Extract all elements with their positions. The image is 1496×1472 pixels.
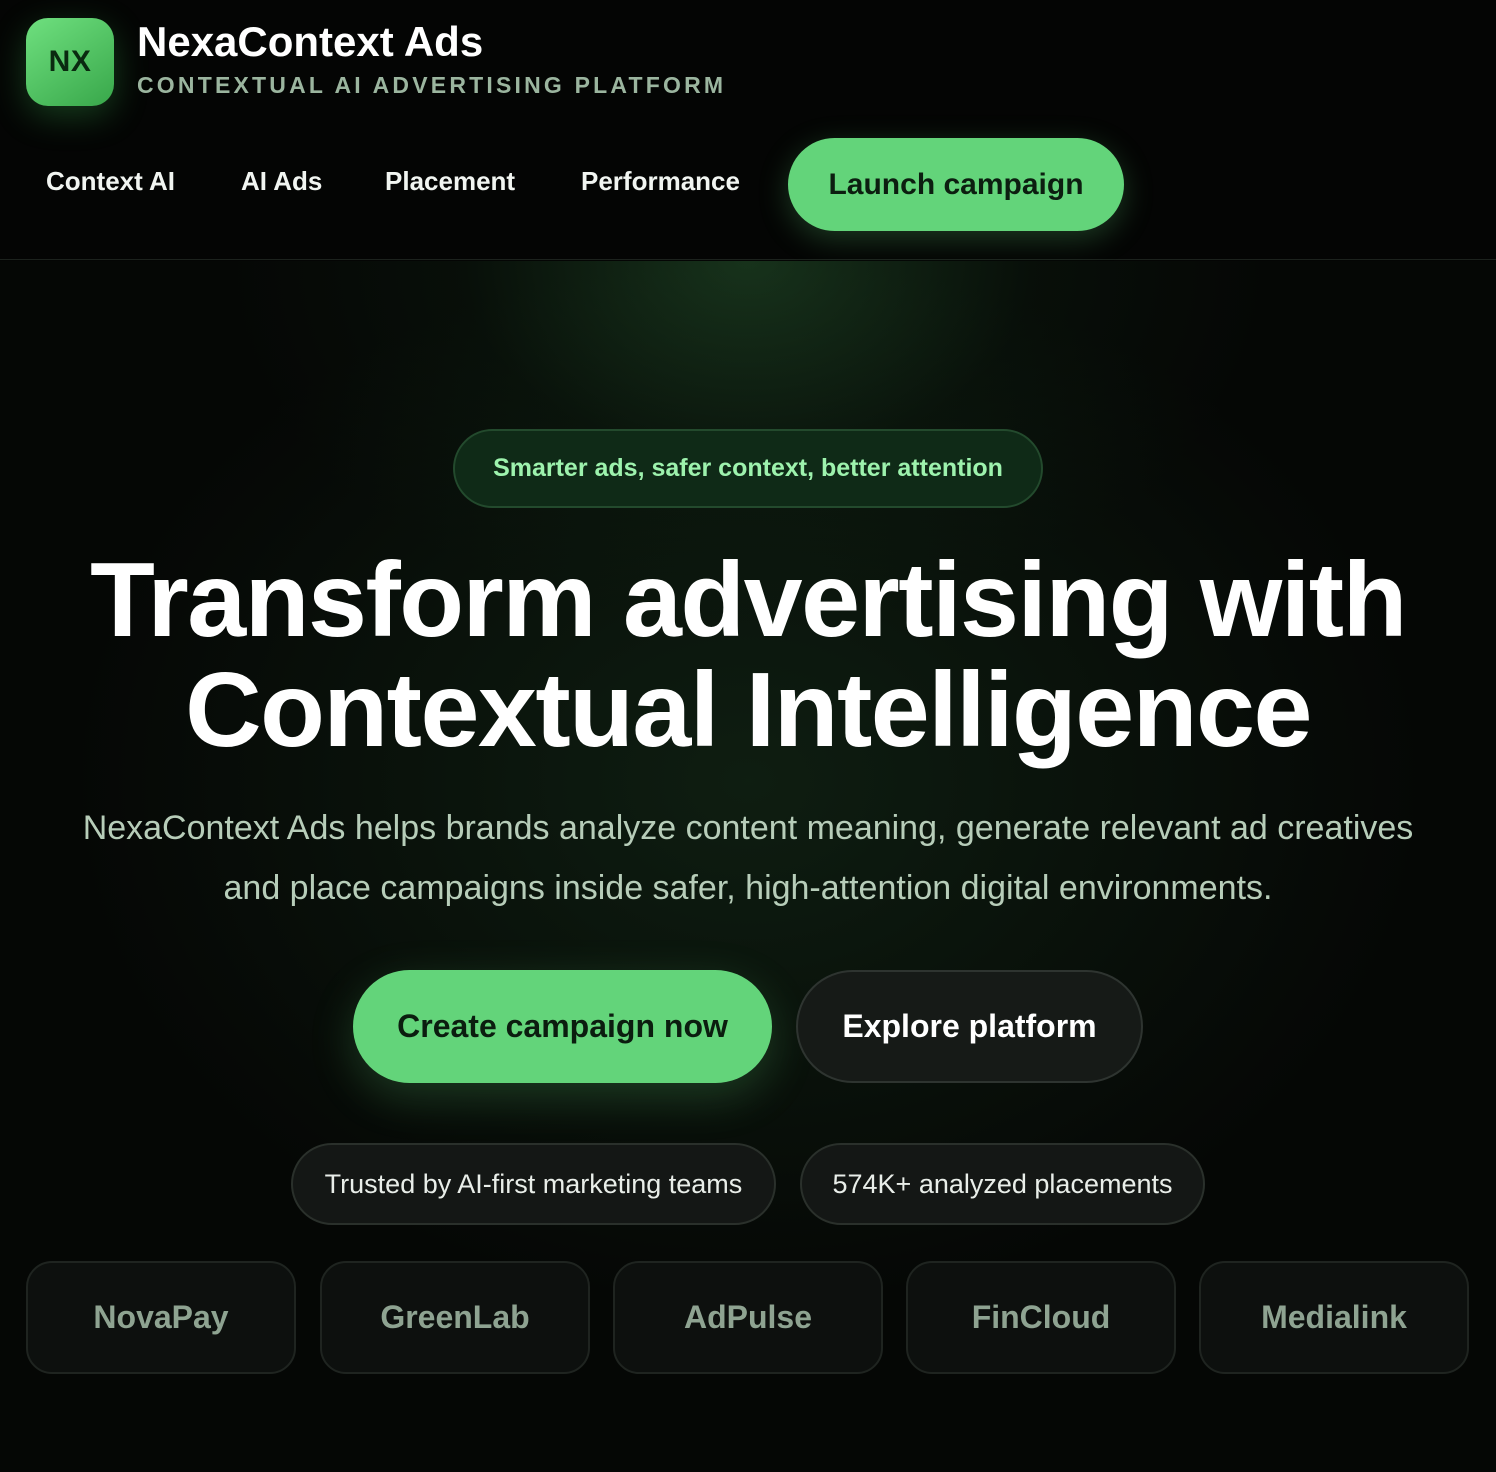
hero-badge: Smarter ads, safer context, better atten… <box>453 429 1043 508</box>
client-logo-novapay: NovaPay <box>26 1261 296 1374</box>
brand-logo[interactable]: NX <box>26 18 114 106</box>
client-logo-greenlab: GreenLab <box>320 1261 590 1374</box>
client-logo-adpulse: AdPulse <box>613 1261 883 1374</box>
logo-initials: NX <box>48 45 92 78</box>
trust-pill-placements: 574K+ analyzed placements <box>800 1143 1205 1225</box>
brand-name[interactable]: NexaContext Ads <box>137 18 483 66</box>
hero-description: NexaContext Ads helps brands analyze con… <box>0 798 1496 918</box>
client-logo-fincloud: FinCloud <box>906 1261 1176 1374</box>
site-header: NX NexaContext Ads CONTEXTUAL AI ADVERTI… <box>0 0 1496 260</box>
nav-item-context-ai[interactable]: Context AI <box>46 166 175 197</box>
hero-title: Transform advertising with Contextual In… <box>0 545 1496 765</box>
nav-item-ai-ads[interactable]: AI Ads <box>241 166 322 197</box>
launch-campaign-button[interactable]: Launch campaign <box>788 138 1124 231</box>
trust-pill-marketing-teams: Trusted by AI-first marketing teams <box>291 1143 776 1225</box>
hero-title-line-2: Contextual Intelligence <box>185 651 1312 769</box>
nav-item-performance[interactable]: Performance <box>581 166 740 197</box>
create-campaign-button[interactable]: Create campaign now <box>353 970 772 1083</box>
nav-item-placement[interactable]: Placement <box>385 166 515 197</box>
explore-platform-button[interactable]: Explore platform <box>796 970 1143 1083</box>
landing-page: NX NexaContext Ads CONTEXTUAL AI ADVERTI… <box>0 0 1496 1472</box>
hero-description-line-1: NexaContext Ads helps brands analyze con… <box>82 809 1414 847</box>
hero-title-line-1: Transform advertising with <box>90 541 1407 659</box>
brand-tagline: CONTEXTUAL AI ADVERTISING PLATFORM <box>137 72 727 98</box>
client-logo-medialink: Medialink <box>1199 1261 1469 1374</box>
hero-description-line-2: and place campaigns inside safer, high-a… <box>223 869 1273 907</box>
